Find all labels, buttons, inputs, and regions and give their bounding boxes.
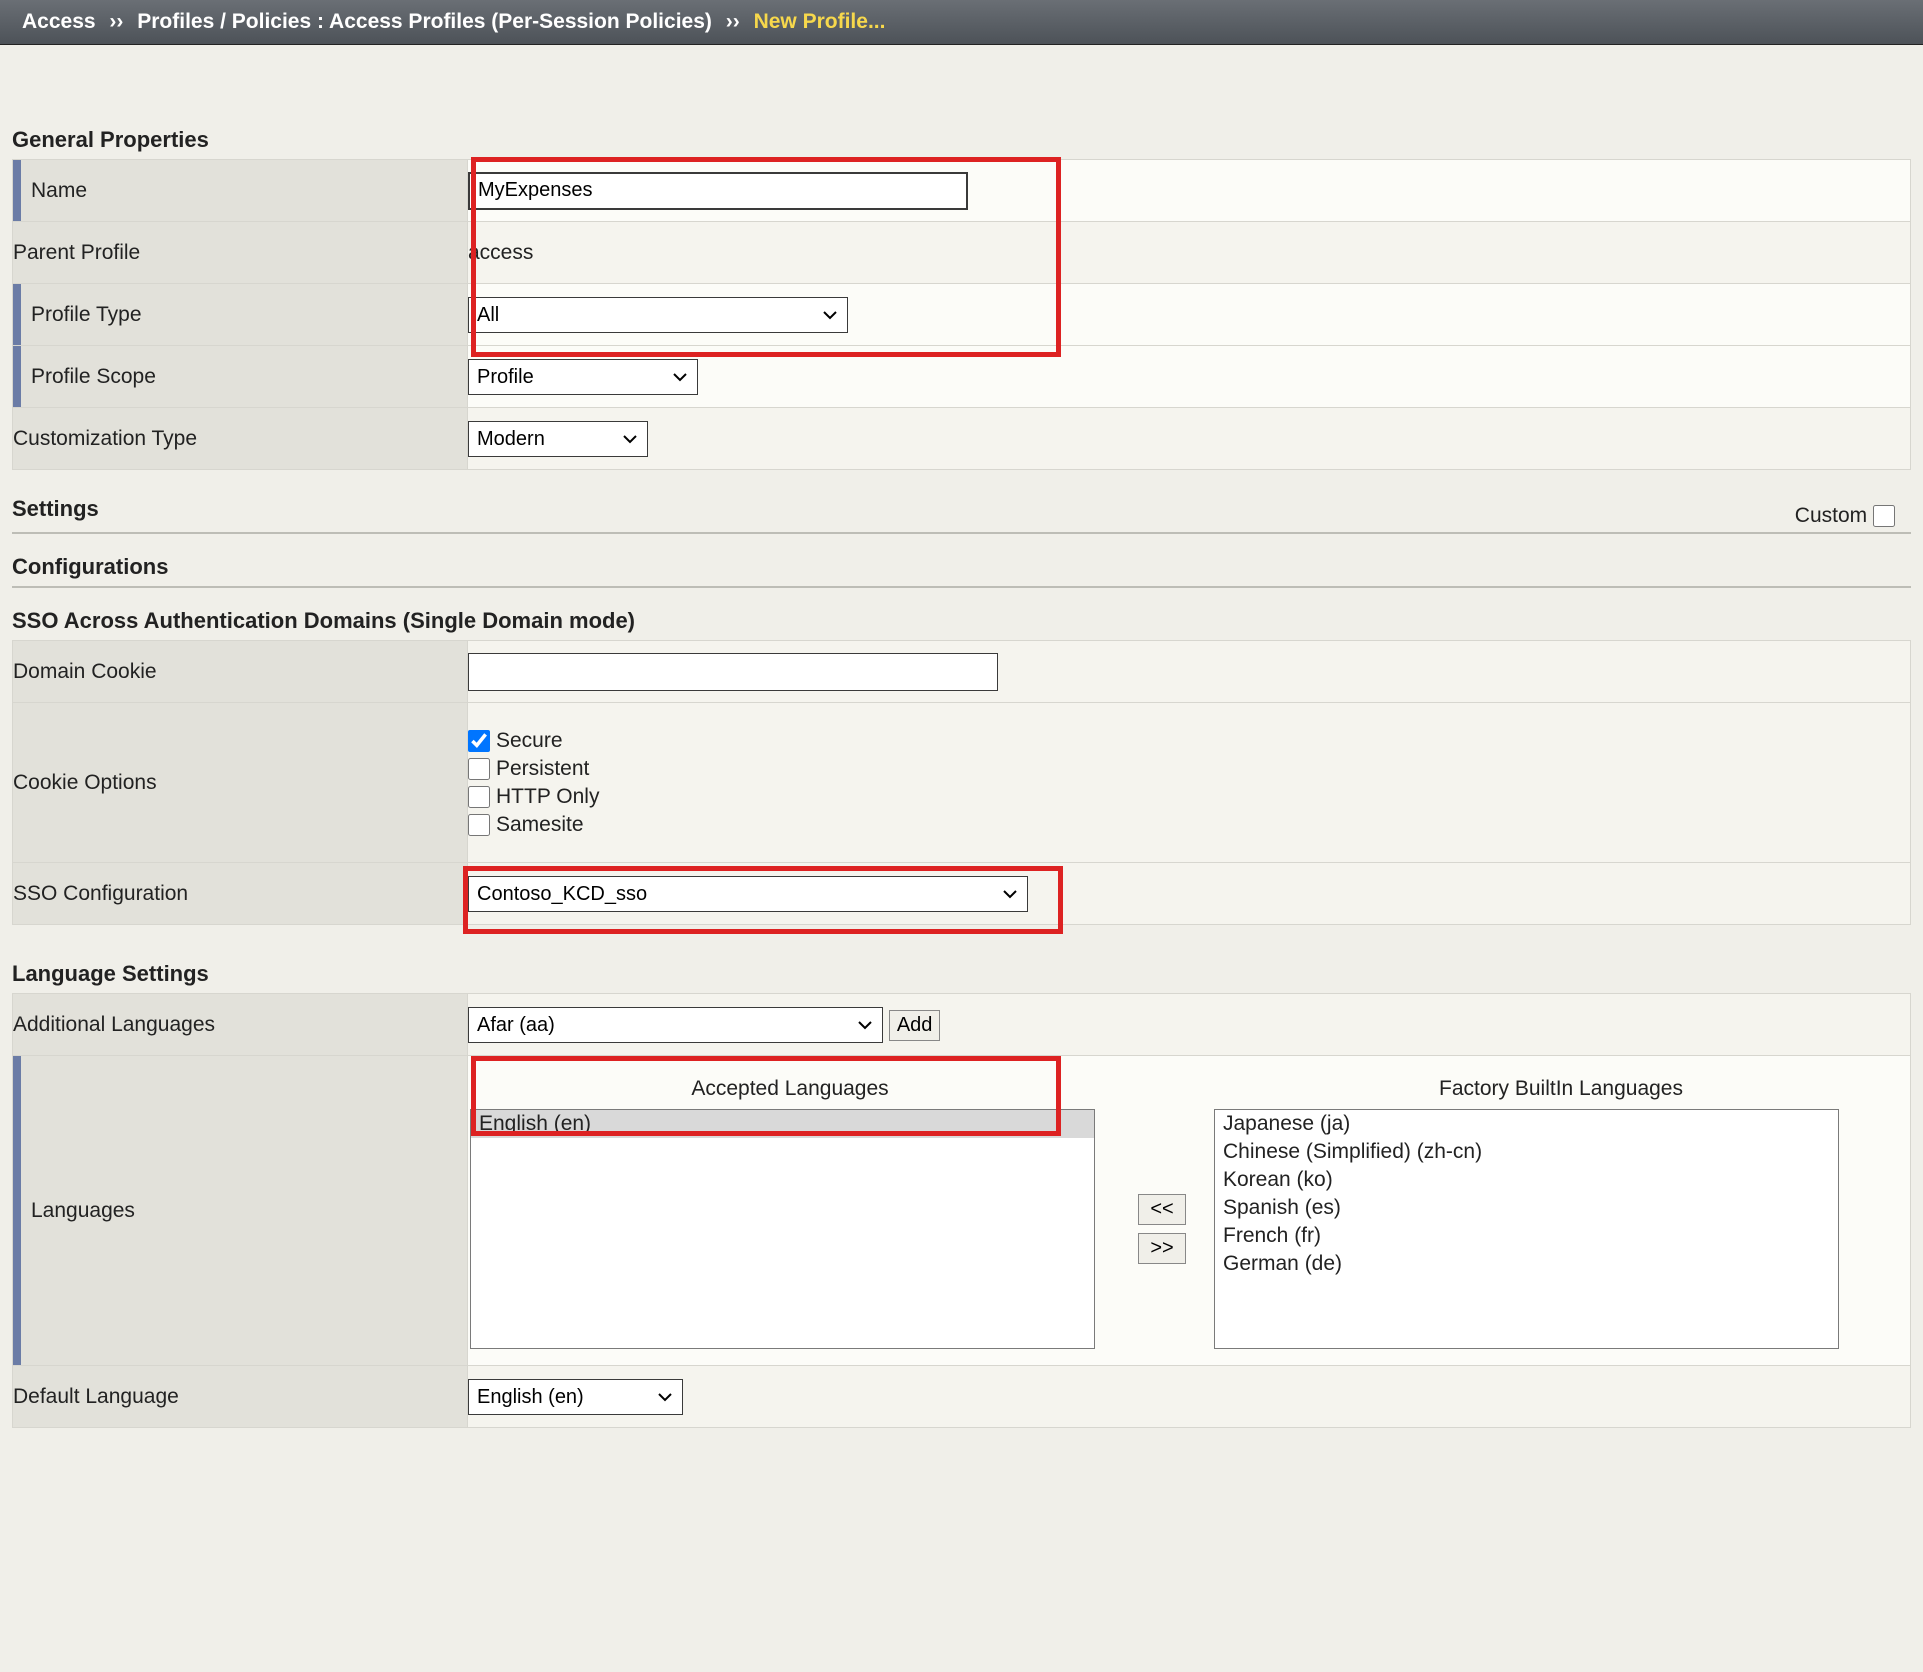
list-item[interactable]: Japanese (ja) xyxy=(1215,1110,1838,1138)
name-label: Name xyxy=(13,160,468,222)
customization-type-select[interactable]: Modern xyxy=(468,421,648,457)
sso-configuration-select[interactable]: Contoso_KCD_sso xyxy=(468,876,1028,912)
profile-scope-label: Profile Scope xyxy=(13,346,468,408)
persistent-checkbox[interactable] xyxy=(468,758,490,780)
breadcrumb-sep-icon: ›› xyxy=(109,10,123,33)
move-right-button[interactable]: >> xyxy=(1138,1233,1186,1264)
parent-profile-value: access xyxy=(468,241,533,264)
general-properties-table: Name Parent Profile access Profile Type … xyxy=(12,159,1911,470)
breadcrumb-root[interactable]: Access xyxy=(22,10,96,33)
language-settings-heading: Language Settings xyxy=(12,955,1911,993)
list-item[interactable]: Korean (ko) xyxy=(1215,1166,1838,1194)
list-item[interactable]: Chinese (Simplified) (zh-cn) xyxy=(1215,1138,1838,1166)
sso-domains-table: Domain Cookie Cookie Options Secure Pers… xyxy=(12,640,1911,925)
domain-cookie-label: Domain Cookie xyxy=(13,641,468,703)
configurations-heading: Configurations xyxy=(12,548,1911,588)
factory-languages-listbox[interactable]: Japanese (ja) Chinese (Simplified) (zh-c… xyxy=(1214,1109,1839,1349)
default-language-label: Default Language xyxy=(13,1366,468,1428)
additional-languages-select[interactable]: Afar (aa) xyxy=(468,1007,883,1043)
customization-type-label: Customization Type xyxy=(13,408,468,470)
httponly-option[interactable]: HTTP Only xyxy=(468,783,1910,811)
additional-languages-label: Additional Languages xyxy=(13,994,468,1056)
accepted-languages-header: Accepted Languages xyxy=(470,1073,1110,1107)
custom-checkbox-label[interactable]: Custom xyxy=(1795,504,1901,527)
breadcrumb: Access ›› Profiles / Policies : Access P… xyxy=(0,0,1923,45)
languages-label: Languages xyxy=(13,1056,468,1366)
list-item[interactable]: German (de) xyxy=(1215,1250,1838,1278)
settings-heading: Settings xyxy=(12,490,99,528)
persistent-option[interactable]: Persistent xyxy=(468,755,1910,783)
default-language-select[interactable]: English (en) xyxy=(468,1379,683,1415)
name-input[interactable] xyxy=(468,172,968,210)
domain-cookie-input[interactable] xyxy=(468,653,998,691)
sso-domains-heading: SSO Across Authentication Domains (Singl… xyxy=(12,602,1911,640)
list-item[interactable]: French (fr) xyxy=(1215,1222,1838,1250)
accepted-languages-listbox[interactable]: English (en) xyxy=(470,1109,1095,1349)
breadcrumb-current: New Profile... xyxy=(754,10,886,33)
general-properties-heading: General Properties xyxy=(12,121,1911,159)
list-item[interactable]: English (en) xyxy=(471,1110,1094,1138)
cookie-options-label: Cookie Options xyxy=(13,703,468,863)
language-settings-table: Additional Languages Afar (aa) Add Langu… xyxy=(12,993,1911,1428)
move-left-button[interactable]: << xyxy=(1138,1194,1186,1225)
secure-option[interactable]: Secure xyxy=(468,727,1910,755)
sso-configuration-label: SSO Configuration xyxy=(13,863,468,925)
breadcrumb-section[interactable]: Profiles / Policies : Access Profiles (P… xyxy=(137,10,712,33)
samesite-option[interactable]: Samesite xyxy=(468,811,1910,839)
factory-languages-header: Factory BuiltIn Languages xyxy=(1214,1073,1908,1107)
profile-type-select[interactable]: All xyxy=(468,297,848,333)
samesite-checkbox[interactable] xyxy=(468,814,490,836)
breadcrumb-sep-icon: ›› xyxy=(726,10,740,33)
profile-type-label: Profile Type xyxy=(13,284,468,346)
profile-scope-select[interactable]: Profile xyxy=(468,359,698,395)
parent-profile-label: Parent Profile xyxy=(13,222,468,284)
custom-checkbox[interactable] xyxy=(1873,505,1895,527)
secure-checkbox[interactable] xyxy=(468,730,490,752)
httponly-checkbox[interactable] xyxy=(468,786,490,808)
list-item[interactable]: Spanish (es) xyxy=(1215,1194,1838,1222)
add-language-button[interactable]: Add xyxy=(889,1010,941,1041)
